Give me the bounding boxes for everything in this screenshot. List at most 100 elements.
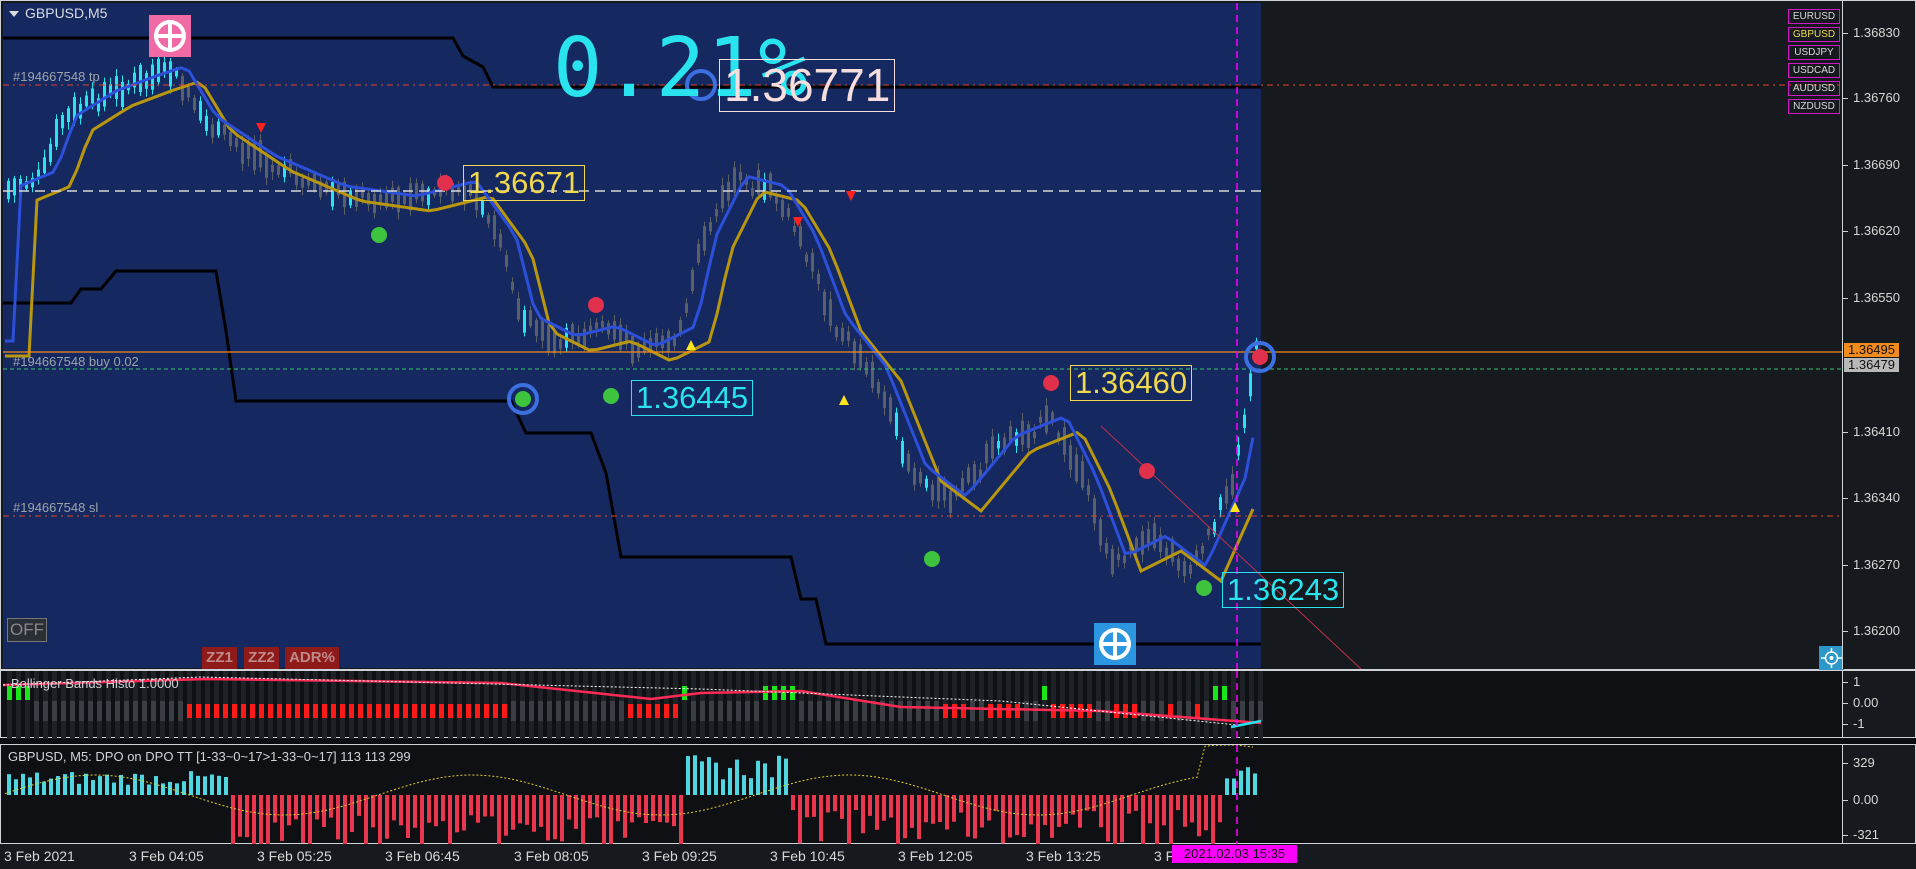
dpo-bar — [861, 795, 865, 834]
symbol-nzdusd[interactable]: NZDUSD — [1788, 99, 1840, 114]
dpo-bar — [980, 795, 984, 828]
candle-body — [397, 187, 400, 213]
histo-bar-neutral — [574, 701, 579, 721]
histo-bar-neutral — [1231, 701, 1236, 721]
candle-body — [577, 332, 580, 345]
crosshair-marker-icon-top[interactable] — [149, 15, 191, 57]
histo-bar-bull — [1222, 686, 1227, 700]
symbol-gbpusd[interactable]: GBPUSD — [1788, 27, 1840, 42]
histo-bar-bear — [295, 704, 300, 718]
histo-bar-bear — [484, 704, 489, 718]
dpo-bar — [1134, 795, 1138, 811]
dpo-bar — [518, 795, 522, 824]
dpo-bar — [1211, 795, 1215, 845]
zz2-button[interactable]: ZZ2 — [244, 647, 279, 669]
dpo-bar — [84, 773, 88, 795]
main-chart[interactable]: GBPUSD,M5 0.21% 1.36771 1.36671 1.36460 … — [0, 0, 1916, 670]
chart-title[interactable]: GBPUSD,M5 — [9, 5, 107, 21]
histo-bar-bear — [997, 704, 1002, 718]
candle-body — [835, 326, 838, 338]
candle-body — [733, 167, 736, 193]
zz1-button[interactable]: ZZ1 — [202, 647, 237, 669]
histo-bg-bar — [1213, 671, 1218, 739]
candle-body — [925, 478, 928, 488]
candle-body — [769, 173, 772, 198]
candle-body — [427, 188, 430, 206]
candle-body — [343, 181, 346, 208]
histo-bg-bar — [961, 671, 966, 739]
bollinger-histo-pane[interactable]: Bollinger Bands Histo 1.0000 1 0.00 -1 — [0, 670, 1916, 739]
dpo-bar — [609, 795, 613, 845]
candle-body — [1117, 553, 1120, 560]
dpo-bar — [819, 795, 823, 842]
dpo-bar — [434, 795, 438, 827]
dpo-pane[interactable]: GBPUSD, M5: DPO on DPO TT [1-33~0~17>1-3… — [0, 744, 1916, 845]
candle-body — [1039, 416, 1042, 423]
price-axis[interactable]: 1.36830 1.36760 1.36690 1.36620 1.36550 … — [1842, 1, 1915, 669]
candle-body — [907, 453, 910, 472]
candle-body — [937, 473, 940, 502]
candle-body — [421, 183, 424, 202]
histo-bg-bar — [754, 671, 759, 739]
dpo-bar — [126, 784, 130, 795]
candle-body — [331, 181, 334, 207]
price-label-swing-high: 1.36671 — [463, 165, 586, 202]
dpo-bar — [119, 774, 123, 795]
histo-bg-bar — [1258, 671, 1263, 739]
candle-body — [559, 339, 562, 349]
price-tick: 1.36270 — [1843, 557, 1900, 572]
off-toggle-button[interactable]: OFF — [7, 618, 47, 642]
histo-bg-bar — [1015, 671, 1020, 739]
candle-body — [691, 269, 694, 292]
signal-dot — [1139, 463, 1155, 479]
trade-sl-label: #194667548 sl — [13, 500, 99, 515]
histo-bar-bear — [1078, 704, 1083, 718]
candle-body — [871, 361, 874, 389]
dpo-bar — [889, 795, 893, 818]
histo-bg-bar — [466, 671, 471, 739]
dpo-bar — [847, 795, 851, 845]
time-label: 3 Feb 2021 — [4, 848, 75, 864]
symbol-usdcad[interactable]: USDCAD — [1788, 63, 1840, 78]
symbol-audusd[interactable]: AUDUSD — [1788, 81, 1840, 96]
candle-body — [37, 169, 40, 177]
adr-percent-button[interactable]: ADR% — [285, 647, 339, 669]
histo-bg-bar — [223, 671, 228, 739]
trendline — [1100, 425, 1362, 670]
candle-body — [535, 320, 538, 336]
candle-body — [1219, 497, 1222, 511]
candle-body — [133, 72, 136, 88]
price-chart-canvas[interactable] — [1, 1, 1916, 671]
histo-bg-bar — [295, 671, 300, 739]
histo-bg-bar — [430, 671, 435, 739]
histo-bar-bear — [322, 704, 327, 718]
histo-bg-bar — [1087, 671, 1092, 739]
crosshair-marker-icon-bottom[interactable] — [1094, 623, 1136, 665]
histo-bar-neutral — [1204, 701, 1209, 721]
histo-bar-neutral — [97, 701, 102, 721]
histo-bar-neutral — [538, 701, 543, 721]
histo-bar-neutral — [43, 701, 48, 721]
candle-body — [523, 310, 526, 333]
signal-dot — [515, 391, 531, 407]
target-icon[interactable] — [1819, 646, 1844, 670]
candle-body — [73, 97, 76, 123]
symbol-eurusd[interactable]: EURUSD — [1788, 9, 1840, 24]
histo-bg-bar — [610, 671, 615, 739]
price-tick: 1.36620 — [1843, 223, 1900, 238]
histo-bar-bull — [1213, 686, 1218, 700]
dpo-bar — [441, 795, 445, 822]
time-label: 3 Feb 04:05 — [129, 848, 204, 864]
histo-bg-bar — [1150, 671, 1155, 739]
dpo-bar — [140, 774, 144, 795]
symbol-usdjpy[interactable]: USDJPY — [1788, 45, 1840, 60]
candle-body — [661, 335, 664, 349]
dropdown-icon[interactable] — [9, 11, 19, 18]
histo-bar-neutral — [1096, 701, 1101, 721]
candle-body — [1009, 426, 1012, 442]
histo-bar-neutral — [61, 701, 66, 721]
dpo-bar — [1148, 795, 1152, 824]
candle-body — [1015, 432, 1018, 446]
histo-bar-neutral — [133, 701, 138, 721]
histo-bg-bar — [313, 671, 318, 739]
